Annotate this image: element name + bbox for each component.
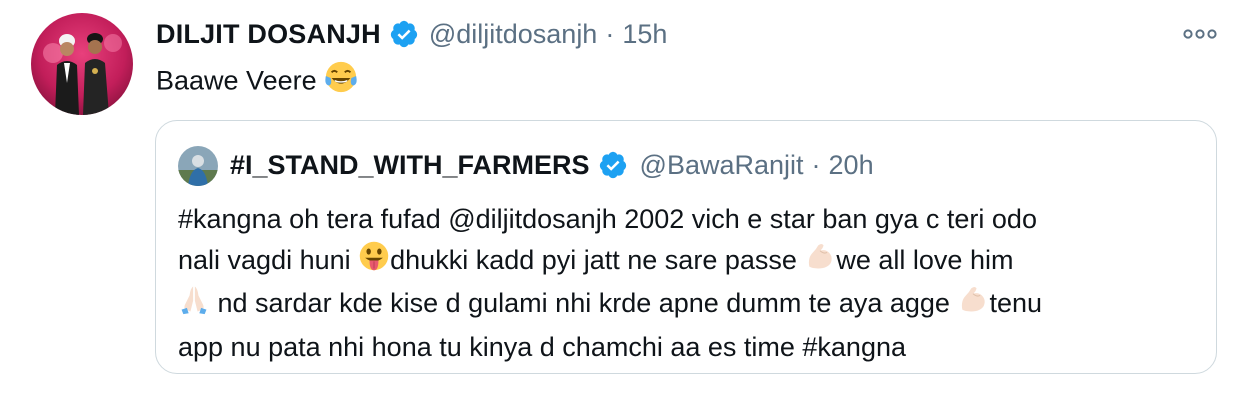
tweet-timestamp[interactable]: 15h <box>622 19 667 50</box>
quoted-text-line-3-a: nd sardar kde kise d gulami nhi krde apn… <box>210 288 958 319</box>
verified-badge-icon <box>389 19 419 49</box>
author-name[interactable]: DILJIT DOSANJH <box>156 19 381 50</box>
separator-dot: · <box>811 149 821 180</box>
quoted-tweet-text: #kangna oh tera fufad @diljitdosanjh 200… <box>178 199 1198 367</box>
quoted-tweet-header: #I_STAND_WITH_FARMERS @BawaRanjit · 20h <box>230 145 874 185</box>
quoted-text-line-2-a: nali vagdi huni <box>178 244 359 275</box>
face-with-tears-of-joy-emoji <box>324 60 358 105</box>
tweet-text: Baawe Veere <box>156 60 358 105</box>
tweet: DILJIT DOSANJH @diljitdosanjh · 15h Baaw… <box>0 0 1250 400</box>
quoted-text-line-2-b: dhukki kadd pyi jatt ne sare passe <box>390 244 805 275</box>
author-handle[interactable]: @diljitdosanjh <box>429 19 598 50</box>
author-avatar[interactable] <box>31 13 133 115</box>
quoted-text-line-3-b: tenu <box>989 288 1042 319</box>
folded-hands-emoji <box>178 283 210 327</box>
quoted-author-avatar[interactable] <box>178 146 218 186</box>
tweet-header: DILJIT DOSANJH @diljitdosanjh · 15h <box>156 14 667 54</box>
quoted-author-handle[interactable]: @BawaRanjit <box>640 150 804 181</box>
flexed-biceps-emoji <box>804 240 836 284</box>
quoted-tweet-timestamp[interactable]: 20h <box>829 150 874 181</box>
quoted-text-line-3: nd sardar kde kise d gulami nhi krde apn… <box>178 283 1198 327</box>
flexed-biceps-emoji <box>957 283 989 327</box>
separator-dot: · <box>605 18 615 49</box>
more-options-icon[interactable] <box>1180 20 1220 48</box>
quoted-text-line-2-c: we all love him <box>836 244 1014 275</box>
face-with-tongue-emoji <box>358 240 390 284</box>
quoted-text-line-2: nali vagdi huni dhukki kadd pyi jatt ne … <box>178 240 1198 284</box>
tweet-text-content: Baawe Veere <box>156 65 317 96</box>
quoted-text-line-1: #kangna oh tera fufad @diljitdosanjh 200… <box>178 204 1037 234</box>
verified-badge-icon <box>598 150 628 180</box>
quoted-text-line-4: app nu pata nhi hona tu kinya d chamchi … <box>178 331 906 362</box>
quoted-author-name[interactable]: #I_STAND_WITH_FARMERS <box>230 150 590 181</box>
quoted-tweet[interactable]: #I_STAND_WITH_FARMERS @BawaRanjit · 20h … <box>155 120 1217 374</box>
